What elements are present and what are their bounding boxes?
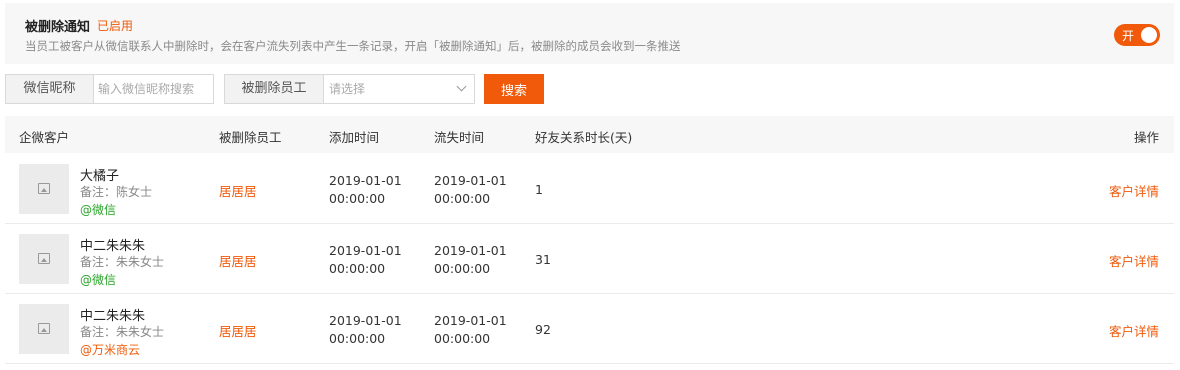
lost-time: 2019-01-01 00:00:00: [434, 242, 507, 278]
added-time: 2019-01-01 00:00:00: [329, 242, 402, 278]
notice-status: 已启用: [97, 19, 134, 33]
image-placeholder-icon: [38, 183, 50, 194]
lost-time: 2019-01-01 00:00:00: [434, 312, 507, 348]
friendship-days: 1: [535, 182, 543, 197]
search-button[interactable]: 搜索: [484, 74, 544, 104]
added-date: 2019-01-01: [329, 313, 402, 328]
added-clock: 00:00:00: [329, 331, 386, 346]
customer-name: 大橘子: [80, 169, 120, 184]
added-time: 2019-01-01 00:00:00: [329, 172, 402, 208]
nickname-label: 微信昵称: [6, 75, 94, 103]
employee-select-placeholder: 请选择: [329, 82, 366, 96]
header-duration: 好友关系时长(天): [535, 130, 633, 145]
delete-notification-panel: 被删除通知 已启用 当员工被客户从微信联系人中删除时，会在客户流失列表中产生一条…: [5, 3, 1174, 64]
customer-source: @微信: [80, 273, 117, 287]
added-date: 2019-01-01: [329, 173, 402, 188]
nickname-input[interactable]: [94, 75, 213, 103]
header-lost-time: 流失时间: [434, 130, 485, 145]
friendship-days: 92: [535, 322, 551, 337]
customer-detail-link[interactable]: 客户详情: [1109, 251, 1159, 270]
header-customer: 企微客户: [19, 130, 70, 145]
table-row: 大橘子 备注：陈女士 @微信 居居居 2019-01-01 00:00:00 2…: [5, 154, 1174, 224]
avatar: [19, 234, 69, 284]
customer-source: @微信: [80, 203, 117, 217]
nickname-filter: 微信昵称: [5, 74, 214, 104]
lost-time: 2019-01-01 00:00:00: [434, 172, 507, 208]
avatar: [19, 164, 69, 214]
table-row: 中二朱朱朱 备注：朱朱女士 @万米商云 居居居 2019-01-01 00:00…: [5, 294, 1174, 364]
employee-filter: 被删除员工 请选择: [224, 74, 475, 104]
lost-date: 2019-01-01: [434, 313, 507, 328]
customer-detail-link[interactable]: 客户详情: [1109, 321, 1159, 340]
customer-name: 中二朱朱朱: [80, 309, 146, 324]
lost-date: 2019-01-01: [434, 243, 507, 258]
toggle-label: 开: [1122, 29, 1135, 43]
added-date: 2019-01-01: [329, 243, 402, 258]
header-added-time: 添加时间: [329, 130, 380, 145]
customer-remark: 备注：朱朱女士: [80, 255, 165, 269]
toggle-knob: [1141, 27, 1157, 43]
notice-description: 当员工被客户从微信联系人中删除时，会在客户流失列表中产生一条记录，开启「被删除通…: [25, 39, 681, 53]
added-clock: 00:00:00: [329, 261, 386, 276]
deleted-employee: 居居居: [219, 184, 257, 199]
customer-source: @万米商云: [80, 343, 141, 357]
table-header: 企微客户 被删除员工 添加时间 流失时间 好友关系时长(天) 操作: [5, 116, 1174, 153]
friendship-days: 31: [535, 252, 551, 267]
lost-date: 2019-01-01: [434, 173, 507, 188]
header-employee: 被删除员工: [219, 130, 282, 145]
customer-remark: 备注：朱朱女士: [80, 325, 165, 339]
image-placeholder-icon: [38, 323, 50, 334]
employee-label: 被删除员工: [225, 75, 324, 103]
deleted-employee: 居居居: [219, 254, 257, 269]
added-time: 2019-01-01 00:00:00: [329, 312, 402, 348]
customer-remark: 备注：陈女士: [80, 185, 153, 199]
table-row: 中二朱朱朱 备注：朱朱女士 @微信 居居居 2019-01-01 00:00:0…: [5, 224, 1174, 294]
customer-name: 中二朱朱朱: [80, 239, 146, 254]
lost-clock: 00:00:00: [434, 331, 491, 346]
customer-detail-link[interactable]: 客户详情: [1109, 181, 1159, 200]
notice-toggle[interactable]: 开: [1114, 24, 1160, 46]
added-clock: 00:00:00: [329, 191, 386, 206]
header-actions: 操作: [1133, 130, 1159, 145]
chevron-down-icon: [456, 81, 467, 92]
employee-select[interactable]: 请选择: [324, 75, 474, 103]
lost-clock: 00:00:00: [434, 191, 491, 206]
lost-clock: 00:00:00: [434, 261, 491, 276]
image-placeholder-icon: [38, 253, 50, 264]
deleted-employee: 居居居: [219, 324, 257, 339]
notice-title: 被删除通知: [25, 20, 91, 35]
avatar: [19, 304, 69, 354]
